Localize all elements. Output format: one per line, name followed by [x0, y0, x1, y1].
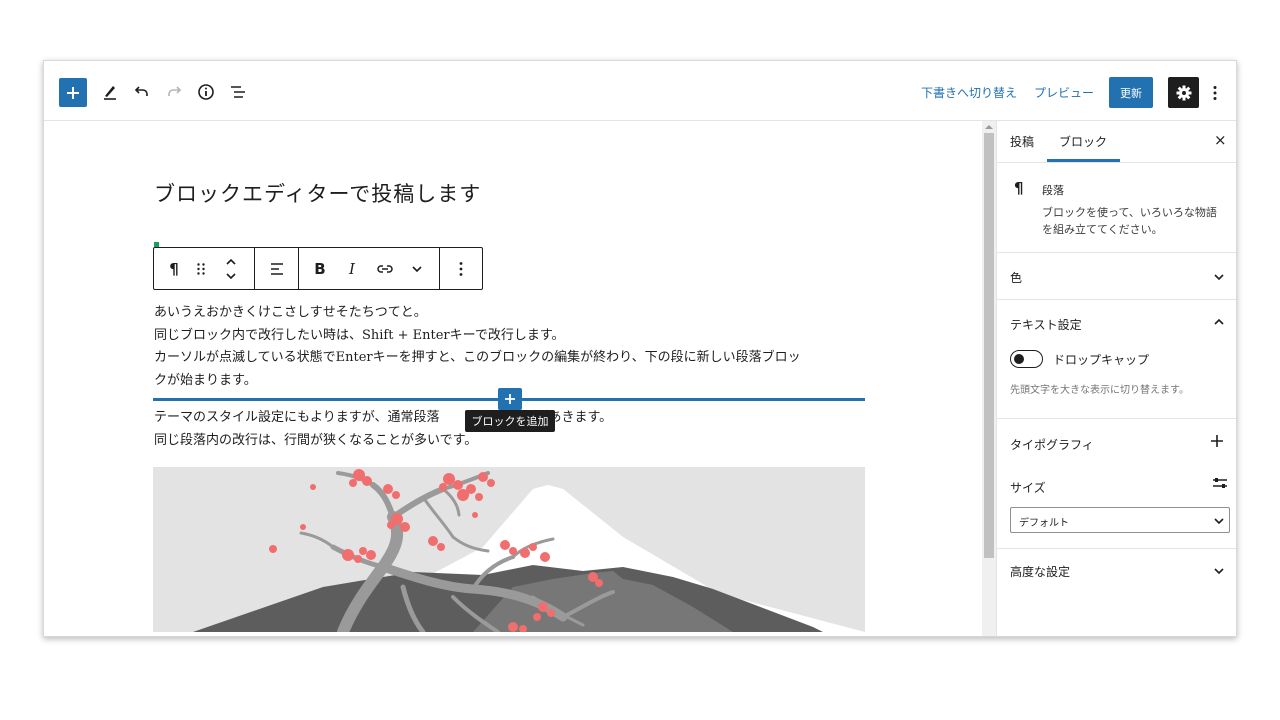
sidebar-divider [996, 418, 1236, 419]
add-block-tooltip: ブロックを追加 [465, 410, 555, 432]
paragraph-line: クが始まります。 [154, 372, 257, 388]
font-size-select-value: デフォルト [1019, 518, 1069, 529]
plus-icon [505, 394, 515, 404]
redo-icon [168, 86, 182, 96]
drag-handle[interactable] [190, 248, 212, 289]
paragraph-block-icon: ¶ [1014, 179, 1024, 197]
editor-scrollbar-thumb[interactable] [984, 133, 994, 558]
block-toolbar-divider [439, 248, 440, 289]
kebab-icon [459, 261, 463, 276]
text-settings-panel-header[interactable]: テキスト設定 [996, 300, 1236, 346]
image-block[interactable] [153, 467, 865, 632]
update-button[interactable]: 更新 [1109, 77, 1153, 108]
align-icon [271, 262, 283, 275]
list-view-icon [231, 86, 245, 98]
color-panel-title: 色 [1010, 271, 1023, 285]
plus-icon [67, 86, 79, 99]
link-icon [377, 264, 393, 273]
plus-icon [1211, 435, 1223, 447]
more-formats-button[interactable] [405, 248, 429, 289]
block-options-button[interactable] [447, 248, 475, 289]
block-toolbar: ¶ B I [153, 247, 483, 290]
move-arrows-icon [226, 258, 236, 279]
advanced-title: 高度な設定 [1010, 565, 1071, 579]
drag-handle-icon [197, 262, 205, 275]
block-card-description: を組み立ててください。 [1042, 223, 1163, 236]
block-inserter-button[interactable] [59, 78, 87, 107]
redo-button[interactable] [160, 77, 188, 107]
drop-cap-label: ドロップキャップ [1053, 353, 1150, 367]
block-type-button[interactable]: ¶ [160, 248, 188, 289]
tools-button[interactable] [96, 77, 124, 107]
settings-button[interactable] [1168, 77, 1199, 108]
move-block-buttons[interactable] [216, 248, 246, 289]
kebab-icon [1213, 85, 1217, 100]
typography-options-button[interactable] [1210, 433, 1228, 451]
link-button[interactable] [371, 248, 399, 289]
scroll-up-arrow-icon[interactable] [985, 124, 993, 130]
block-card-description: ブロックを使って、いろいろな物語 [1042, 206, 1217, 219]
color-panel-header[interactable]: 色 [996, 253, 1236, 299]
text-settings-title: テキスト設定 [1010, 318, 1082, 332]
undo-icon [134, 86, 148, 96]
switch-to-draft-link[interactable]: 下書きへ切り替え [921, 84, 1017, 101]
post-title[interactable]: ブロックエディターで投稿します [154, 178, 481, 208]
italic-button[interactable]: I [340, 248, 364, 289]
toggle-knob [1014, 353, 1024, 364]
chevron-down-icon [1214, 274, 1224, 281]
advanced-panel-header[interactable]: 高度な設定 [996, 549, 1236, 593]
paragraph-block-1[interactable]: あいうえおかきくけこさしすせそたちつてと。 同じブロック内で改行したい時は、Sh… [154, 302, 801, 392]
tab-post[interactable]: 投稿 [1010, 133, 1034, 150]
font-size-select[interactable]: デフォルト [1010, 507, 1230, 533]
sidebar-divider [996, 162, 1236, 163]
close-sidebar-button[interactable]: × [1214, 131, 1227, 149]
list-view-button[interactable] [224, 77, 252, 107]
size-label: サイズ [1010, 481, 1046, 495]
preview-link[interactable]: プレビュー [1034, 84, 1094, 101]
top-toolbar: 下書きへ切り替え プレビュー 更新 [44, 61, 1236, 121]
paragraph-line: カーソルが点滅している状態でEnterキーを押すと、このブロックの編集が終わり、… [154, 350, 801, 365]
info-icon [198, 84, 214, 100]
chevron-down-icon [412, 265, 422, 272]
gear-icon [1176, 85, 1191, 100]
chevron-down-icon [1214, 518, 1224, 525]
chevron-down-icon [1214, 568, 1224, 575]
chevron-up-icon [1214, 318, 1224, 325]
paragraph-line: 同じ段落内の改行は、行間が狭くなることが多いです。 [154, 432, 478, 448]
block-toolbar-group-transform: ¶ [154, 248, 255, 289]
drop-cap-toggle[interactable] [1010, 350, 1043, 368]
bold-button[interactable]: B [308, 248, 332, 289]
mount-fuji-blossom-image [153, 467, 865, 632]
sliders-icon [1213, 478, 1227, 488]
align-button[interactable] [255, 248, 299, 289]
editor-window: 下書きへ切り替え プレビュー 更新 ブロックエディターで投稿します ¶ B I … [43, 60, 1237, 637]
drop-cap-help: 先頭文字を大きな表示に切り替えます。 [1010, 385, 1189, 396]
tab-block[interactable]: ブロック [1059, 133, 1107, 150]
undo-button[interactable] [128, 77, 156, 107]
paragraph-line: あいうえおかきくけこさしすせそたちつてと。 [154, 305, 427, 320]
close-icon: × [1214, 131, 1227, 149]
paragraph-line: 同じブロック内で改行したい時は、Shift + Enterキーで改行します。 [154, 327, 565, 343]
pencil-icon [104, 86, 116, 100]
block-toolbar-group-align [255, 248, 299, 289]
typography-title: タイポグラフィ [1010, 438, 1094, 452]
details-button[interactable] [192, 77, 220, 107]
custom-size-button[interactable] [1212, 475, 1230, 493]
paragraph-icon: ¶ [169, 259, 179, 278]
options-menu-button[interactable] [1208, 77, 1222, 108]
paragraph-line-part: テーマのスタイル設定にもよりますが、通常段落 [154, 410, 440, 425]
block-card-title: 段落 [1042, 184, 1064, 197]
